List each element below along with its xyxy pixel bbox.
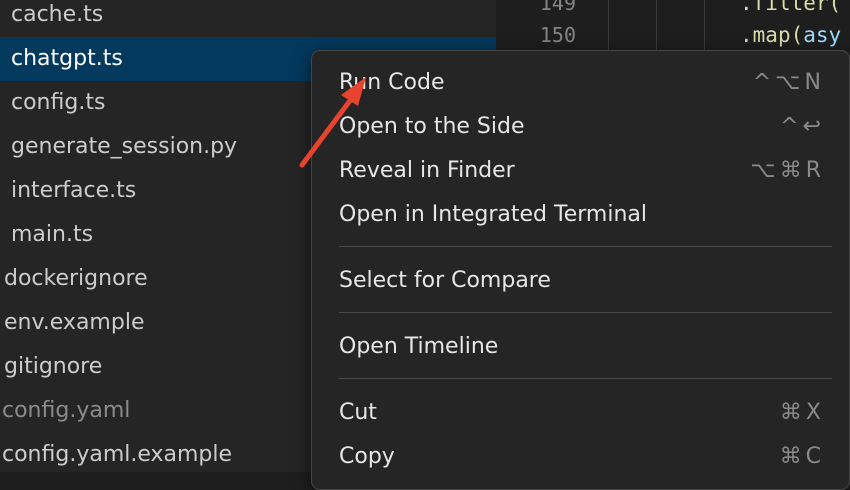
code-token: . <box>740 0 753 15</box>
code-token: map( <box>752 23 804 47</box>
file-label: config.yaml.example <box>2 442 233 467</box>
file-label: interface.ts <box>11 178 137 203</box>
context-menu: Run Code ^⌥N Open to the Side ^↩ Reveal … <box>311 50 850 490</box>
file-label: gitignore <box>4 354 103 379</box>
code-token: asy <box>803 23 842 47</box>
menu-item-label: Reveal in Finder <box>339 158 515 183</box>
code-token: . <box>740 23 753 47</box>
menu-separator <box>339 312 832 313</box>
file-label: config.yaml <box>2 398 131 423</box>
menu-item-open-timeline[interactable]: Open Timeline <box>312 325 849 369</box>
code-line: .filter( <box>740 0 841 18</box>
menu-item-reveal-in-finder[interactable]: Reveal in Finder ⌥⌘R <box>312 149 849 193</box>
menu-item-label: Cut <box>339 400 377 425</box>
line-number: 150 <box>539 23 576 47</box>
file-label: env.example <box>4 310 145 335</box>
menu-separator <box>339 378 832 379</box>
menu-item-cut[interactable]: Cut ⌘X <box>312 391 849 435</box>
menu-item-open-to-the-side[interactable]: Open to the Side ^↩ <box>312 105 849 149</box>
menu-item-shortcut: ⌥⌘R <box>750 158 825 183</box>
file-label: dockerignore <box>4 266 148 291</box>
file-label: chatgpt.ts <box>11 46 123 71</box>
menu-separator <box>339 246 832 247</box>
menu-item-shortcut: ⌘X <box>779 400 825 425</box>
menu-item-label: Select for Compare <box>339 268 551 293</box>
menu-item-shortcut: ^⌥N <box>752 70 825 95</box>
menu-item-label: Copy <box>339 444 395 469</box>
file-label: config.ts <box>11 90 106 115</box>
menu-item-label: Run Code <box>339 70 445 95</box>
file-label: generate_session.py <box>11 134 238 159</box>
file-item-cache-ts[interactable]: cache.ts <box>0 0 496 37</box>
menu-item-label: Open Timeline <box>339 334 499 359</box>
file-label: main.ts <box>11 222 94 247</box>
menu-item-label: Open in Integrated Terminal <box>339 202 647 227</box>
menu-item-copy[interactable]: Copy ⌘C <box>312 435 849 479</box>
menu-item-run-code[interactable]: Run Code ^⌥N <box>312 61 849 105</box>
menu-item-select-for-compare[interactable]: Select for Compare <box>312 259 849 303</box>
file-label: cache.ts <box>11 2 104 27</box>
code-token: filter( <box>752 0 842 15</box>
menu-item-open-in-integrated-terminal[interactable]: Open in Integrated Terminal <box>312 193 849 237</box>
menu-item-label: Open to the Side <box>339 114 525 139</box>
menu-item-shortcut: ⌘C <box>779 444 825 469</box>
menu-item-shortcut: ^↩ <box>780 114 825 139</box>
line-number: 149 <box>539 0 576 15</box>
code-line: .map(asy <box>740 20 841 50</box>
